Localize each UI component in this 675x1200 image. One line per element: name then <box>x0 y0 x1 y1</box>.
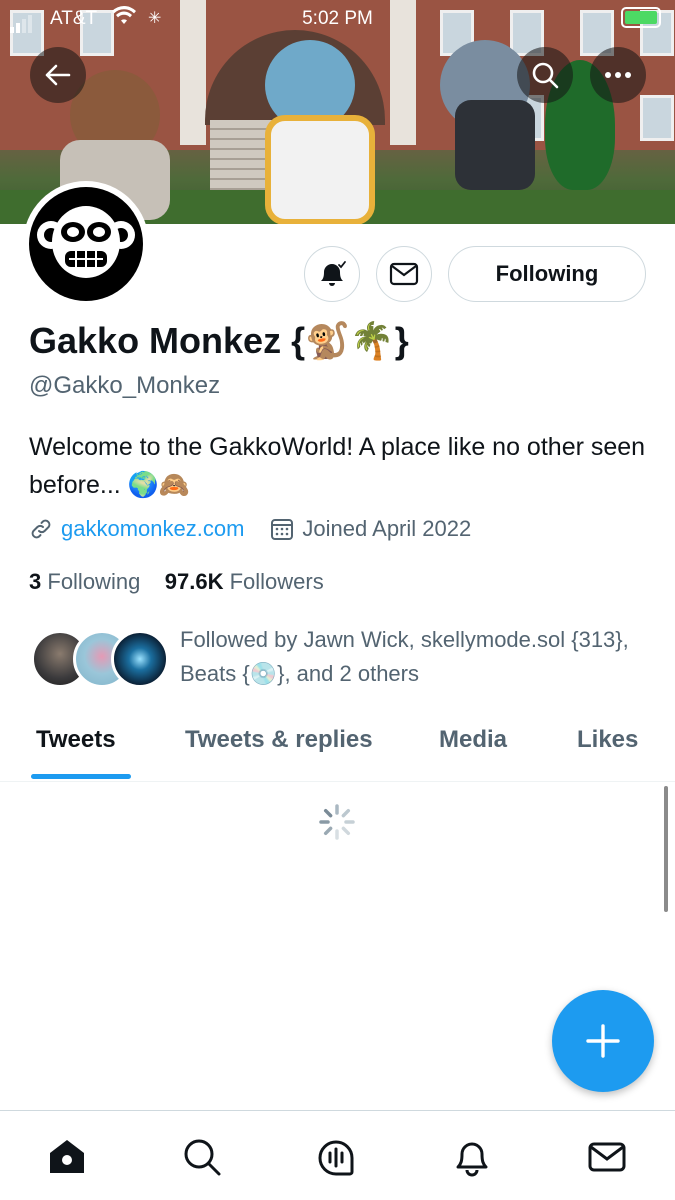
profile-avatar[interactable] <box>23 181 149 307</box>
nav-home[interactable] <box>45 1135 89 1179</box>
scrollbar[interactable] <box>664 786 668 912</box>
nav-notifications[interactable] <box>450 1135 494 1179</box>
following-count: 3 <box>29 569 42 594</box>
more-button[interactable] <box>590 47 646 103</box>
profile-bio: Welcome to the GakkoWorld! A place like … <box>29 433 646 499</box>
profile-meta: gakkomonkez.com Joined April 2022 <box>29 516 471 542</box>
tab-likes[interactable]: Likes <box>577 726 638 754</box>
notifications-toggle-button[interactable] <box>304 246 360 302</box>
message-button[interactable] <box>376 246 432 302</box>
search-button[interactable] <box>517 47 573 103</box>
profile-name: Gakko Monkez {🐒🌴} <box>29 320 409 361</box>
compose-tweet-button[interactable] <box>552 990 654 1092</box>
tab-media[interactable]: Media <box>439 726 507 754</box>
followed-by-avatars[interactable] <box>31 630 171 690</box>
follower-avatar <box>111 630 169 688</box>
tab-tweets[interactable]: Tweets <box>36 726 116 754</box>
following-button[interactable]: Following <box>448 246 646 302</box>
following-label: Following <box>47 569 141 594</box>
followers-label: Followers <box>229 569 324 594</box>
tab-tweets-replies[interactable]: Tweets & replies <box>185 726 373 754</box>
spaces-icon <box>318 1140 354 1176</box>
arrow-left-icon <box>45 64 71 86</box>
messages-icon <box>588 1142 626 1172</box>
nav-search[interactable] <box>180 1135 224 1179</box>
followers-count: 97.6K <box>164 569 224 594</box>
calendar-icon <box>271 519 294 540</box>
battery-icon <box>621 7 661 28</box>
status-bar: AT&T ✳ 5:02 PM <box>0 0 675 36</box>
followers-stat[interactable]: 97.6K Followers <box>165 569 324 594</box>
follow-stats: 3 Following 97.6K Followers <box>29 569 324 595</box>
more-icon <box>605 72 631 78</box>
link-icon <box>31 519 51 539</box>
bottom-navigation <box>0 1110 675 1200</box>
active-tab-indicator <box>31 774 131 779</box>
plus-icon <box>586 1024 620 1058</box>
back-button[interactable] <box>30 47 86 103</box>
nav-spaces[interactable] <box>314 1135 358 1179</box>
website-link[interactable]: gakkomonkez.com <box>61 516 244 542</box>
followed-by-text[interactable]: Followed by Jawn Wick, skellymode.sol {3… <box>180 623 650 691</box>
joined-date: Joined April 2022 <box>302 516 472 541</box>
loading-spinner-icon <box>319 804 355 840</box>
notifications-icon <box>456 1142 488 1177</box>
search-icon <box>184 1139 221 1176</box>
home-icon <box>50 1140 84 1173</box>
clock: 5:02 PM <box>302 8 373 29</box>
following-stat[interactable]: 3 Following <box>29 569 140 594</box>
nav-messages[interactable] <box>585 1135 629 1179</box>
monkey-logo-icon <box>37 206 135 278</box>
profile-handle: @Gakko_Monkez <box>29 372 221 399</box>
search-icon <box>532 62 559 89</box>
mail-icon <box>389 262 419 286</box>
profile-tabs: Tweets Tweets & replies Media Likes <box>0 712 675 782</box>
bell-check-icon <box>321 261 346 286</box>
